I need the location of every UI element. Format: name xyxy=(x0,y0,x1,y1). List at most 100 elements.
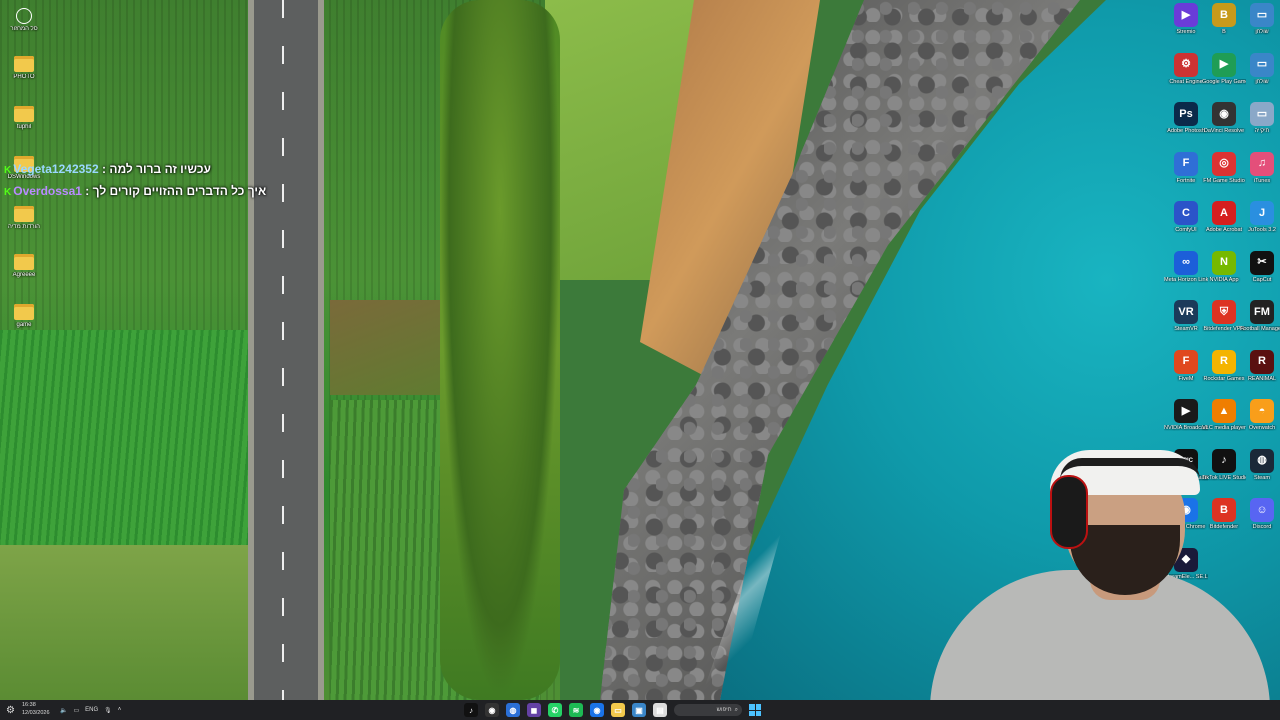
system-tray: 🔈 ▭ ENG 🎙 ˄ xyxy=(60,700,121,720)
headset-icon xyxy=(1050,475,1088,549)
google-play-games-icon: ▶ xyxy=(1212,52,1236,77)
folder-icon xyxy=(14,304,34,320)
icon-b-icon: B xyxy=(1212,3,1236,27)
recycle-icon xyxy=(16,8,32,24)
reanimal-icon: R xyxy=(1250,349,1274,374)
rockstar-games-icon: R xyxy=(1212,349,1236,374)
clock-date: 12/03/2026 xyxy=(22,710,50,716)
nvidia-app-icon: N xyxy=(1212,250,1236,275)
desktop-icon-folder-game[interactable]: game xyxy=(3,304,45,329)
desktop-icon-label: JuTools 3.2 xyxy=(1248,227,1276,233)
taskbar-whatsapp-icon[interactable]: ✆ xyxy=(548,703,562,717)
desktop-icon-label: Football Manager 26 xyxy=(1240,326,1280,332)
wallpaper-road xyxy=(248,0,324,700)
desktop-icon-jutools[interactable]: J JuTools 3.2 xyxy=(1240,201,1280,233)
desktop-icon-football-manager[interactable]: FM Football Manager 26 xyxy=(1240,300,1280,332)
overwatch-icon: ◓ xyxy=(1250,399,1274,423)
desktop-icon-folder-photo[interactable]: PHOTO xyxy=(3,56,45,81)
icon-hebrew-3-icon: ▭ xyxy=(1250,102,1274,126)
desktop-icon-label: תיקייה xyxy=(1254,128,1270,134)
chevron-up-icon[interactable]: ˄ xyxy=(118,707,122,713)
search-label: חיפוש xyxy=(716,707,732,713)
chat-username: Vegeta1242352 xyxy=(13,162,99,176)
desktop-icon-label: סל המחזור xyxy=(10,26,38,32)
taskbar-file-explorer-icon[interactable]: ▭ xyxy=(611,703,625,717)
search-icon: ⌕ xyxy=(734,706,738,713)
microphone-icon[interactable]: 🎙 xyxy=(104,707,112,714)
settings-gear-icon[interactable]: ⚙ xyxy=(6,705,15,716)
desktop-icon-label: שולחן xyxy=(1255,29,1269,35)
desktop-icon-icon-hebrew-top[interactable]: ▭ שולחן xyxy=(1240,3,1280,35)
desktop-icon-reanimal[interactable]: R REANIMAL xyxy=(1240,349,1280,382)
chat-separator: : xyxy=(101,162,106,176)
taskbar-browser-icon[interactable]: ◍ xyxy=(506,703,520,717)
stremio-icon: ▶ xyxy=(1174,3,1198,27)
taskbar-twitch-icon[interactable]: ◼ xyxy=(527,703,541,717)
desktop-icon-label: Agreeee xyxy=(12,272,36,278)
language-indicator[interactable]: ENG xyxy=(85,707,98,713)
clock[interactable]: 16:38 12/03/2026 xyxy=(22,701,50,717)
desktop-icon-itunes[interactable]: ♫ iTunes xyxy=(1240,151,1280,184)
taskbar-chrome-icon[interactable]: ◉ xyxy=(590,703,604,717)
chat-text: איך כל הדברים ההזויים קורים לך xyxy=(92,184,267,198)
desktop-icon-label: iTunes xyxy=(1253,177,1271,184)
chat-text: עכשיו זה ברור למה xyxy=(109,162,211,176)
desktop-icon-label: שולחן xyxy=(1255,78,1269,85)
comfyui-icon: C xyxy=(1174,201,1198,225)
wallpaper-field xyxy=(0,330,248,560)
kick-badge-icon: K xyxy=(4,165,12,176)
fivem-icon: F xyxy=(1174,349,1198,374)
headset-band xyxy=(1060,458,1200,480)
folder-icon xyxy=(14,254,34,270)
desktop-icon-label: REANIMAL xyxy=(1247,375,1277,382)
desktop-icon-label: game xyxy=(16,322,32,328)
folder-icon xyxy=(14,106,34,122)
photoshop-icon: Ps xyxy=(1174,102,1198,126)
nvidia-broadcast-icon: ▶ xyxy=(1174,399,1198,423)
desktop-icon-folder-hebrew[interactable]: הורדות מדיה xyxy=(3,206,45,231)
taskbar-notepad-icon[interactable]: ▤ xyxy=(653,703,667,717)
taskbar-spotify-icon[interactable]: ≋ xyxy=(569,703,583,717)
desktop-icon-label: PHOTO xyxy=(13,74,35,80)
cheat-engine-icon: ⚙ xyxy=(1174,52,1198,77)
taskbar-left: ⚙ xyxy=(6,700,15,720)
taskbar-tiktok-icon[interactable]: ♪ xyxy=(464,703,478,717)
desktop-icon-icon-hebrew-3[interactable]: ▭ תיקייה xyxy=(1240,102,1280,134)
desktop-icon-label: הורדות מדיה xyxy=(8,224,40,230)
desktop-icon-capcut[interactable]: ✂ CapCut xyxy=(1240,250,1280,283)
taskbar-pinned-apps: ♪ ◉ ◍ ◼ ✆ ≋ ◉ ▭ ▣ ▤ חיפוש ⌕ xyxy=(464,700,761,720)
volume-icon[interactable]: 🔈 xyxy=(60,707,67,714)
taskbar: ⚙ 16:38 12/03/2026 🔈 ▭ ENG 🎙 ˄ ♪ ◉ ◍ ◼ ✆ ≋ ◉ ▭ ▣… xyxy=(0,700,1280,720)
start-windows-icon[interactable] xyxy=(749,704,761,716)
meta-horizon-link-icon: ∞ xyxy=(1174,250,1198,275)
chat-separator: : xyxy=(85,184,90,198)
football-manager-icon: FM xyxy=(1250,300,1274,324)
taskbar-obs-icon[interactable]: ◉ xyxy=(485,703,499,717)
vlc-icon: ▲ xyxy=(1212,399,1236,423)
folder-icon xyxy=(14,206,34,222)
network-icon[interactable]: ▭ xyxy=(73,707,79,714)
taskbar-photos-icon[interactable]: ▣ xyxy=(632,703,646,717)
wallpaper-field xyxy=(0,545,248,700)
desktop-icon-overwatch[interactable]: ◓ Overwatch xyxy=(1240,399,1280,431)
fortnite-icon: F xyxy=(1174,151,1198,176)
taskbar-search-box[interactable]: חיפוש ⌕ xyxy=(674,704,742,716)
itunes-icon: ♫ xyxy=(1250,151,1274,176)
desktop-icon-label: tuphil xyxy=(16,124,32,130)
kick-badge-icon: K xyxy=(4,187,12,198)
chat-username: Overdossa1 xyxy=(13,184,82,198)
webcam-overlay xyxy=(900,430,1280,700)
adobe-acrobat-icon: A xyxy=(1212,201,1236,225)
ea-sports-fc-icon: ◎ xyxy=(1212,151,1236,176)
desktop-icon-folder-tuphil[interactable]: tuphil xyxy=(3,106,45,131)
capcut-icon: ✂ xyxy=(1250,250,1274,275)
jutools-icon: J xyxy=(1250,201,1274,225)
chat-message: K Overdossa1 : איך כל הדברים ההזויים קורי… xyxy=(4,182,267,204)
stream-chat-overlay: K Vegeta1242352 : עכשיו זה ברור למה K Over… xyxy=(4,160,267,204)
clock-time: 16:38 xyxy=(22,702,36,708)
icon-hebrew-top-icon: ▭ xyxy=(1250,3,1274,27)
desktop-icon-icon-hebrew-2[interactable]: ▭ שולחן xyxy=(1240,52,1280,85)
icon-hebrew-2-icon: ▭ xyxy=(1250,52,1274,77)
desktop-icon-folder-agreee[interactable]: Agreeee xyxy=(3,254,45,279)
desktop-icon-recycle-bin[interactable]: סל המחזור xyxy=(3,8,45,33)
